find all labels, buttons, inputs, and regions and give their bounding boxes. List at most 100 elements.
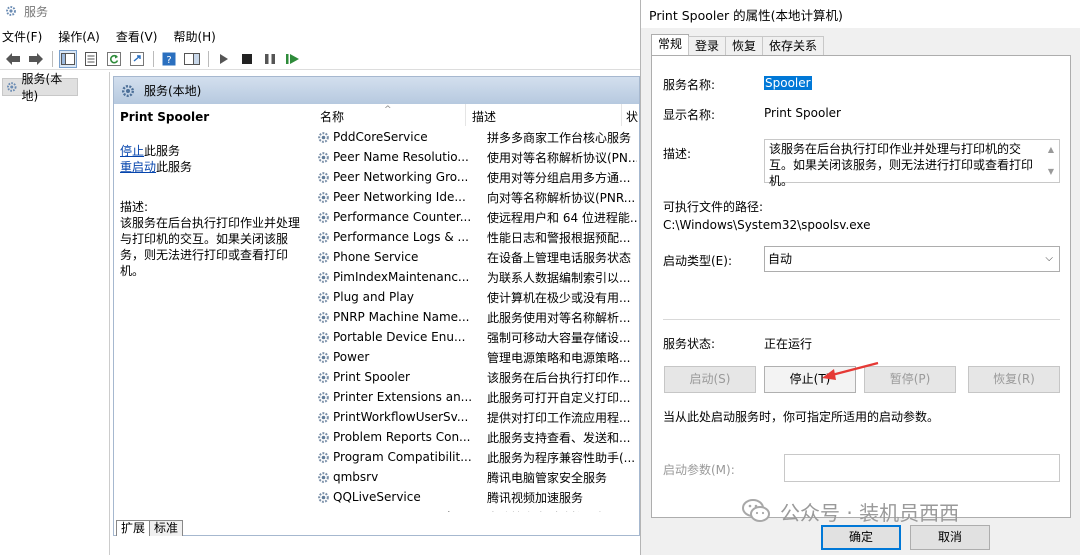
column-header-description[interactable]: 描述: [466, 104, 622, 126]
service-gear-icon: [316, 510, 331, 512]
service-name: Program Compatibilit...: [333, 450, 472, 464]
service-row[interactable]: Performance Logs & ... 性能日志和警报根据预配...: [316, 227, 641, 247]
help-icon[interactable]: ?: [160, 50, 178, 68]
service-row[interactable]: Program Compatibilit...此服务为程序兼容性助手(...正: [316, 447, 641, 467]
cancel-button[interactable]: 取消: [910, 525, 990, 550]
toolbar-separator: [52, 50, 53, 67]
watermark: 公众号 · 装机员西西: [740, 495, 959, 527]
dialog-title: Print Spooler 的属性(本地计算机): [641, 0, 1080, 28]
startup-type-select[interactable]: 自动 ⌵: [764, 246, 1060, 272]
restart-service-icon[interactable]: [284, 50, 302, 68]
service-row[interactable]: Performance Counter... 使远程用户和 64 位进程能...: [316, 207, 641, 227]
service-gear-icon: [316, 170, 331, 185]
restart-service-link[interactable]: 重启动: [120, 160, 156, 174]
startup-type-value: 自动: [768, 252, 793, 266]
service-row[interactable]: Peer Networking Ide... 向对等名称解析协议(PNR...: [316, 187, 641, 207]
service-row[interactable]: Portable Device Enu... 强制可移动大容量存储设...: [316, 327, 641, 347]
toolbar-separator: [153, 50, 154, 67]
menu-action[interactable]: 操作(A): [58, 28, 100, 45]
back-arrow-icon[interactable]: [4, 50, 22, 68]
service-description: 使计算机在极少或没有用...: [487, 290, 631, 305]
menu-help[interactable]: 帮助(H): [173, 28, 215, 45]
column-header-status[interactable]: 状: [622, 104, 641, 126]
service-row[interactable]: PddCoreService拼多多商家工作台核心服务正: [316, 127, 641, 147]
service-description: 为联系人数据编制索引以...: [487, 270, 631, 285]
service-description: 腾讯视频加速服务: [487, 490, 584, 505]
wechat-logo-icon: [742, 499, 770, 522]
service-row[interactable]: Plug and Play使计算机在极少或没有用...正: [316, 287, 641, 307]
service-description: 此服务可打开自定义打印...: [487, 390, 631, 405]
service-row[interactable]: QQPCMgr RTP Service电脑管家实时防护服务正: [316, 507, 641, 512]
startup-type-label: 启动类型(E):: [663, 254, 732, 268]
service-row[interactable]: Peer Name Resolutio... 使用对等名称解析协议(PN...: [316, 147, 641, 167]
properties-sheet-icon[interactable]: [82, 50, 100, 68]
service-name-value[interactable]: Spooler: [764, 76, 812, 90]
startup-params-input[interactable]: [784, 454, 1060, 482]
show-hide-action-pane-icon[interactable]: [183, 50, 201, 68]
service-name: Performance Logs & ...: [333, 230, 469, 244]
service-status-value: 正在运行: [764, 337, 813, 351]
description-text: 该服务在后台执行打印作业并处理与打印机的交互。如果关闭该服务，则无法进行打印或查…: [120, 216, 301, 278]
service-gear-icon: [316, 390, 331, 405]
service-description: 提供对打印工作流应用程...: [487, 410, 631, 425]
services-titlebar: 服务: [0, 0, 640, 22]
service-row[interactable]: qmbsrv腾讯电脑管家安全服务正: [316, 467, 641, 487]
stop-button[interactable]: 停止(T): [764, 366, 856, 393]
stop-service-icon[interactable]: [238, 50, 256, 68]
service-row[interactable]: Print Spooler该服务在后台执行打印作...正: [316, 367, 641, 387]
stop-service-link[interactable]: 停止: [120, 144, 144, 158]
tab-standard[interactable]: 标准: [149, 520, 184, 536]
description-textbox[interactable]: 该服务在后台执行打印作业并处理与打印机的交互。如果关闭该服务，则无法进行打印或查…: [764, 139, 1060, 188]
service-description: 此服务使用对等名称解析...: [487, 310, 631, 325]
description-scrollbar[interactable]: ▲ ▼: [1043, 140, 1059, 182]
service-gear-icon: [316, 270, 331, 285]
export-list-icon[interactable]: [128, 50, 146, 68]
service-name: PddCoreService: [333, 130, 428, 144]
menu-view[interactable]: 查看(V): [116, 28, 158, 45]
service-name: QQLiveService: [333, 490, 421, 504]
service-description: 管理电源策略和电源策略...: [487, 350, 631, 365]
service-row[interactable]: Printer Extensions an... 此服务可打开自定义打印...: [316, 387, 641, 407]
service-name: Portable Device Enu...: [333, 330, 466, 344]
service-name: Power: [333, 350, 370, 364]
service-gear-icon: [316, 230, 331, 245]
pause-button[interactable]: 暂停(P): [864, 366, 956, 393]
service-description: 使用对等名称解析协议(PN...: [487, 150, 637, 165]
tab-logon[interactable]: 登录: [688, 36, 727, 56]
service-row[interactable]: PNRP Machine Name... 此服务使用对等名称解析...: [316, 307, 641, 327]
pause-service-icon[interactable]: [261, 50, 279, 68]
service-row[interactable]: PimIndexMaintenanc... 为联系人数据编制索引以...: [316, 267, 641, 287]
service-row[interactable]: Peer Networking Gro... 使用对等分组启用多方通...: [316, 167, 641, 187]
service-row[interactable]: QQLiveService 腾讯视频加速服务: [316, 487, 641, 507]
service-row[interactable]: Problem Reports Con... 此服务支持查看、发送和...: [316, 427, 641, 447]
startup-params-hint: 当从此处启动服务时，你可指定所适用的启动参数。: [663, 410, 940, 424]
scroll-up-icon[interactable]: ▲: [1048, 142, 1054, 158]
refresh-icon[interactable]: [105, 50, 123, 68]
tab-general[interactable]: 常规: [651, 34, 690, 56]
menu-file[interactable]: 文件(F): [2, 28, 42, 45]
service-row[interactable]: Phone Service 在设备上管理电话服务状态: [316, 247, 641, 267]
start-service-icon[interactable]: [215, 50, 233, 68]
service-name: PNRP Machine Name...: [333, 310, 470, 324]
service-gear-icon: [316, 190, 331, 205]
ok-button[interactable]: 确定: [821, 525, 901, 550]
exe-path-label: 可执行文件的路径:: [663, 200, 764, 214]
service-row[interactable]: PrintWorkflowUserSv...提供对打印工作流应用程...正: [316, 407, 641, 427]
forward-arrow-icon[interactable]: [27, 50, 45, 68]
divider: [663, 319, 1060, 320]
resume-button[interactable]: 恢复(R): [968, 366, 1060, 393]
display-name-value: Print Spooler: [764, 106, 841, 120]
column-header-name[interactable]: ^ 名称: [314, 104, 466, 126]
service-row[interactable]: Power管理电源策略和电源策略...正: [316, 347, 641, 367]
column-header-name-label: 名称: [320, 110, 345, 124]
tab-dependencies[interactable]: 依存关系: [762, 36, 825, 56]
scroll-down-icon[interactable]: ▼: [1048, 164, 1054, 180]
console-tree-icon[interactable]: [59, 49, 77, 68]
start-button[interactable]: 启动(S): [664, 366, 756, 393]
tab-recovery[interactable]: 恢复: [725, 36, 764, 56]
tree-item-services-local[interactable]: 服务(本地): [2, 72, 78, 103]
tab-extended[interactable]: 扩展: [116, 520, 151, 536]
stop-service-suffix: 此服务: [144, 144, 181, 158]
sort-ascending-icon: ^: [384, 105, 392, 115]
service-name: Peer Networking Gro...: [333, 170, 469, 184]
